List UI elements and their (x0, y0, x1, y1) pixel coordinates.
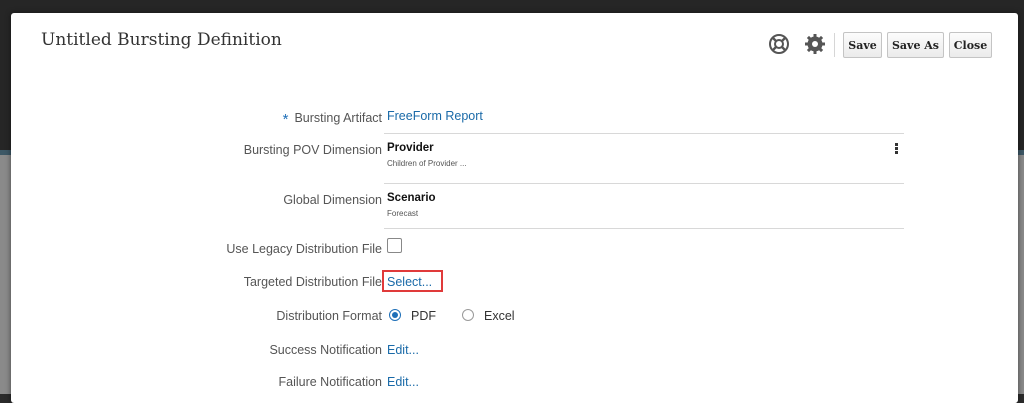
global-dimension-label: Global Dimension (283, 193, 382, 207)
pdf-radio-label[interactable]: PDF (411, 309, 436, 323)
failure-notification-edit-link[interactable]: Edit... (387, 375, 419, 389)
excel-radio[interactable] (462, 309, 474, 321)
more-options-icon[interactable] (895, 143, 898, 155)
excel-radio-label[interactable]: Excel (484, 309, 515, 323)
failure-notification-label: Failure Notification (278, 375, 382, 389)
bursting-definition-dialog: Untitled Bursting Definition Save Save A… (11, 13, 1018, 403)
bursting-artifact-label-text: Bursting Artifact (294, 111, 382, 125)
bursting-artifact-label: * Bursting Artifact (282, 109, 382, 128)
close-button[interactable]: Close (949, 32, 992, 58)
toolbar-separator (834, 33, 835, 57)
global-dimension-selector[interactable]: Scenario Forecast (384, 183, 904, 229)
use-legacy-distribution-file-checkbox[interactable] (387, 238, 402, 253)
bursting-pov-dimension-selector[interactable]: Provider Children of Provider ... (384, 133, 904, 178)
lifebuoy-icon[interactable] (768, 33, 790, 55)
required-marker: * (282, 111, 289, 128)
success-notification-edit-link[interactable]: Edit... (387, 343, 419, 357)
save-as-button[interactable]: Save As (887, 32, 944, 58)
pdf-radio[interactable] (389, 309, 401, 321)
pov-dimension-name: Provider (387, 142, 434, 154)
targeted-distribution-file-label: Targeted Distribution File (243, 275, 382, 289)
distribution-format-label: Distribution Format (276, 309, 382, 323)
dialog-title: Untitled Bursting Definition (41, 30, 282, 50)
gear-icon[interactable] (804, 33, 826, 55)
bursting-pov-dimension-label: Bursting POV Dimension (243, 143, 382, 157)
save-button[interactable]: Save (843, 32, 882, 58)
global-dimension-detail: Forecast (387, 209, 419, 218)
highlight-box (382, 270, 443, 292)
bursting-artifact-link[interactable]: FreeForm Report (387, 109, 483, 123)
success-notification-label: Success Notification (269, 343, 382, 357)
global-dimension-name: Scenario (387, 192, 436, 204)
use-legacy-distribution-file-label: Use Legacy Distribution File (226, 242, 382, 256)
pov-dimension-detail: Children of Provider ... (387, 159, 467, 168)
